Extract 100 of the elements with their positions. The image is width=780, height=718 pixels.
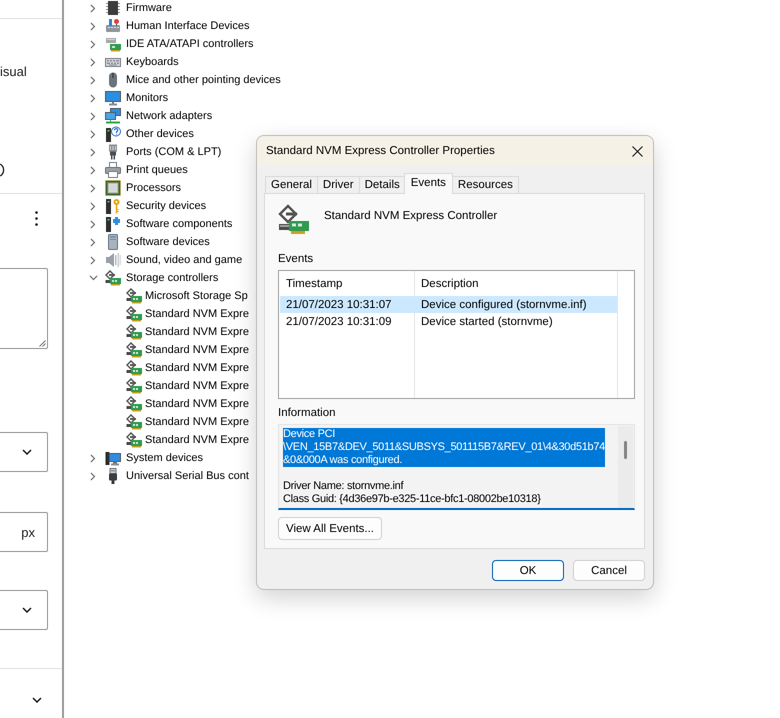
tree-item[interactable]: Standard NVM Expre: [145, 416, 249, 428]
tower-puzzle-icon: [105, 216, 121, 232]
circuit-card-icon: [105, 36, 121, 52]
tree-item[interactable]: Software devices: [126, 236, 210, 248]
dialog-title: Standard NVM Express Controller Properties: [266, 145, 495, 157]
unknown-device-icon: [105, 126, 121, 142]
tree-item[interactable]: Firmware: [126, 2, 172, 14]
table-cell-text: 21/07/2023 10:31:07: [285, 298, 393, 310]
printer-icon: [105, 162, 121, 178]
tree-item[interactable]: Storage controllers: [126, 272, 218, 284]
chevron-down-icon: [22, 607, 32, 613]
controller-card-icon: [126, 396, 142, 412]
tree-item[interactable]: Software components: [126, 218, 232, 230]
section-label: Events: [278, 252, 314, 266]
controller-card-icon: [126, 432, 142, 448]
tree-item[interactable]: Standard NVM Expre: [145, 362, 249, 374]
controller-card-icon: [126, 414, 142, 430]
chevron-right-icon[interactable]: [90, 166, 96, 174]
tower-icon: [105, 234, 121, 250]
monitor-icon: [105, 90, 121, 106]
chevron-right-icon[interactable]: [90, 76, 96, 84]
speaker-icon: [105, 252, 121, 268]
chevron-right-icon[interactable]: [90, 472, 96, 480]
table-cell-text: 21/07/2023 10:31:09: [285, 316, 393, 328]
tree-item[interactable]: Universal Serial Bus cont: [126, 470, 249, 482]
chevron-right-icon[interactable]: [90, 202, 96, 210]
network-icon: [105, 108, 121, 124]
controller-card-icon: [278, 204, 310, 236]
controller-card-icon: [126, 324, 142, 340]
tree-item[interactable]: IDE ATA/ATAPI controllers: [126, 38, 254, 50]
chevron-right-icon[interactable]: [90, 238, 96, 246]
number-field[interactable]: px: [0, 512, 48, 552]
chevron-right-icon[interactable]: [90, 184, 96, 192]
chevron-right-icon[interactable]: [90, 148, 96, 156]
setting-label: isual: [0, 65, 27, 79]
resize-grip-icon[interactable]: [39, 340, 46, 347]
controller-card-icon: [126, 378, 142, 394]
unit-label: px: [21, 524, 35, 540]
chevron-right-icon[interactable]: [90, 454, 96, 462]
controller-card-icon: [126, 306, 142, 322]
tree-item[interactable]: Standard NVM Expre: [145, 344, 249, 356]
tree-item[interactable]: Sound, video and game: [126, 254, 242, 266]
more-options-icon[interactable]: [35, 211, 38, 226]
tree-item[interactable]: Monitors: [126, 92, 168, 104]
tree-item[interactable]: Print queues: [126, 164, 188, 176]
scrollbar-thumb[interactable]: [624, 441, 627, 459]
keyboard-joystick-icon: [105, 18, 121, 34]
tree-item[interactable]: Ports (COM & LPT): [126, 146, 222, 158]
controller-card-icon: [126, 288, 142, 304]
column-header[interactable]: Description: [414, 278, 617, 290]
information-box[interactable]: Device PCI \VEN_15B7&DEV_5011&SUBSYS_501115B7&REV_01\4&30d51b74 &0&000A was configured. Driver Name: stornvme.inf Class Guid: {4d36e97b-e325-11ce-bfc1-08002be10318}: [278, 424, 635, 510]
table-cell-text: Device started (stornvme): [420, 316, 554, 328]
tree-item[interactable]: Security devices: [126, 200, 206, 212]
tree-item[interactable]: Standard NVM Expre: [145, 434, 249, 446]
select-field[interactable]: [0, 590, 48, 630]
scrollbar[interactable]: [618, 426, 633, 508]
column-header[interactable]: Timestamp: [279, 278, 414, 290]
dialog-button[interactable]: OK: [492, 560, 564, 581]
text-area[interactable]: [0, 268, 48, 349]
tree-item[interactable]: Standard NVM Expre: [145, 398, 249, 410]
device-name: Standard NVM Express Controller: [324, 210, 498, 222]
info-text: Device PCI \VEN_15B7&DEV_5011&SUBSYS_501115B7&REV_01\4&30d51b74 &0&000A was configured.: [283, 428, 605, 467]
tree-item[interactable]: Human Interface Devices: [126, 20, 250, 32]
tree-item[interactable]: Standard NVM Expre: [145, 308, 249, 320]
tab[interactable]: General: [265, 176, 318, 193]
controller-card-icon: [126, 360, 142, 376]
chevron-right-icon[interactable]: [90, 40, 96, 48]
chevron-right-icon[interactable]: [90, 220, 96, 228]
view-all-events-button[interactable]: View All Events...: [278, 517, 382, 540]
computer-icon: [105, 450, 121, 466]
event-row[interactable]: 21/07/2023 10:31:09 Device started (stornvme): [280, 313, 617, 330]
info-text: Driver Name: stornvme.inf Class Guid: {4d36e97b-e325-11ce-bfc1-08002be10318}: [283, 480, 541, 506]
event-row[interactable]: 21/07/2023 10:31:07 Device configured (stornvme.inf): [280, 296, 617, 313]
tree-item[interactable]: Other devices: [126, 128, 194, 140]
select-field[interactable]: [0, 432, 48, 472]
tree-item[interactable]: Microsoft Storage Sp: [145, 290, 248, 302]
tower-key-icon: [105, 198, 121, 214]
tree-item[interactable]: System devices: [126, 452, 204, 464]
chevron-right-icon[interactable]: [90, 130, 96, 138]
tree-item[interactable]: Processors: [126, 182, 182, 194]
chevron-down-icon[interactable]: [32, 697, 42, 703]
dialog-button[interactable]: Cancel: [573, 560, 645, 581]
tree-item[interactable]: Standard NVM Expre: [145, 380, 249, 392]
tree-item[interactable]: Mice and other pointing devices: [126, 74, 281, 86]
tree-item[interactable]: Network adapters: [126, 110, 212, 122]
chevron-right-icon[interactable]: [90, 94, 96, 102]
chevron-right-icon[interactable]: [90, 4, 96, 12]
controller-card-icon: [126, 342, 142, 358]
close-icon[interactable]: [632, 146, 643, 156]
tree-item[interactable]: Keyboards: [126, 56, 179, 68]
chevron-right-icon[interactable]: [90, 58, 96, 66]
tree-item[interactable]: Standard NVM Expre: [145, 326, 249, 338]
chevron-down-icon: [22, 449, 32, 455]
chevron-right-icon[interactable]: [90, 112, 96, 120]
tab[interactable]: Events: [404, 173, 453, 194]
chevron-right-icon[interactable]: [90, 22, 96, 30]
chip-icon: [105, 0, 121, 16]
tab[interactable]: Resources: [452, 176, 519, 193]
chevron-right-icon[interactable]: [90, 256, 96, 264]
processor-icon: [105, 180, 121, 196]
